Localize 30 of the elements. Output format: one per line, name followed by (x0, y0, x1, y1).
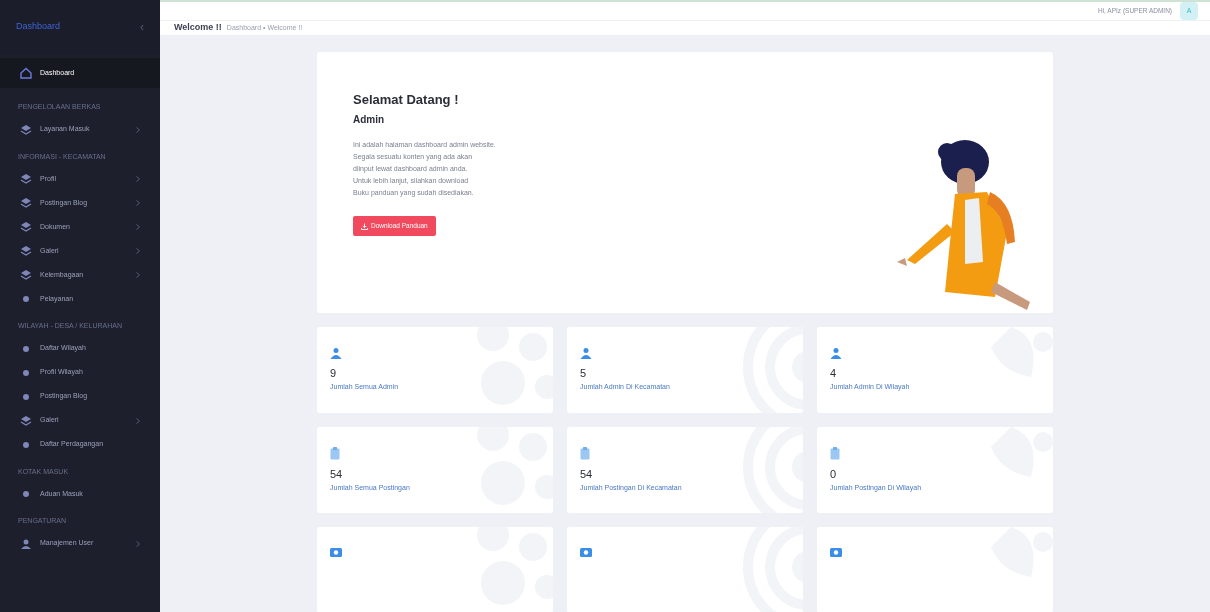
layers-icon (20, 269, 32, 281)
layers-icon (20, 414, 32, 427)
user-icon (20, 537, 32, 550)
layers-icon (20, 173, 32, 185)
user-icon (580, 346, 592, 359)
layers-icon (20, 197, 32, 209)
clipboard-icon (830, 446, 840, 460)
camera-icon (580, 546, 592, 557)
stat-value: 0 (830, 467, 837, 480)
stat-value: 54 (330, 467, 343, 480)
camera-icon (830, 546, 842, 557)
layers-icon (20, 245, 32, 257)
layers-icon (20, 123, 32, 136)
dot-icon (20, 488, 32, 500)
clipboard-icon (580, 446, 590, 460)
clipboard-icon (330, 446, 340, 460)
home-icon (20, 67, 32, 79)
stat-value: 54 (580, 467, 593, 480)
welcome-title: Selamat Datang ! (353, 90, 460, 109)
page-title: Welcome !! (174, 21, 222, 34)
welcome-subtitle: Admin (353, 113, 386, 127)
layers-icon (20, 221, 32, 233)
download-icon (361, 222, 368, 230)
stat-value: 9 (330, 366, 337, 379)
dot-icon (20, 293, 32, 305)
user-icon (330, 346, 342, 359)
user-icon (830, 346, 842, 359)
camera-icon (330, 546, 342, 557)
stat-value: 5 (580, 366, 587, 379)
stat-value: 4 (830, 366, 837, 379)
